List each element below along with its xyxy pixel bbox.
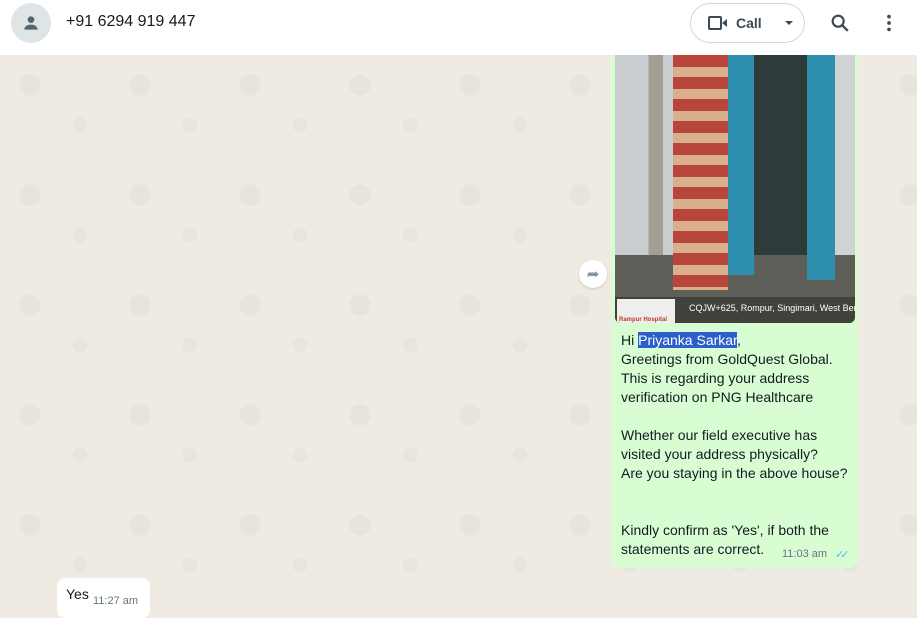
forward-icon[interactable]: ➦ [579, 260, 607, 288]
geotag-overlay: Rampur Hospital CQJW+625, Rompur, Singim… [615, 297, 855, 323]
call-button[interactable]: Call [690, 3, 805, 43]
search-icon[interactable] [829, 12, 851, 34]
message-time: 11:03 am [782, 548, 828, 560]
call-label: Call [736, 15, 762, 31]
video-camera-icon [708, 16, 727, 30]
chat-header: +91 6294 919 447 Call [0, 0, 917, 55]
contact-avatar[interactable] [11, 3, 51, 43]
map-thumbnail: Rampur Hospital [617, 299, 675, 323]
geotag-address: CQJW+625, Rompur, Singimari, West Bengal… [689, 303, 855, 313]
double-check-icon: ✓✓ [835, 549, 850, 561]
message-text: Hi Priyanka Sarkar, Greetings from GoldQ… [621, 332, 848, 557]
incoming-message: Yes 11:27 am [57, 578, 150, 618]
selected-text: Priyanka Sarkar [638, 332, 737, 348]
more-options-icon[interactable] [878, 12, 900, 34]
message-body: Greetings from GoldQuest Global. This is… [621, 351, 848, 557]
contact-name[interactable]: +91 6294 919 447 [66, 13, 195, 31]
person-icon [24, 16, 38, 30]
message-text: Yes [66, 586, 89, 602]
chevron-down-icon [784, 21, 793, 25]
message-image[interactable]: Rampur Hospital CQJW+625, Rompur, Singim… [615, 55, 855, 323]
message-time: 11:27 am [93, 595, 139, 607]
